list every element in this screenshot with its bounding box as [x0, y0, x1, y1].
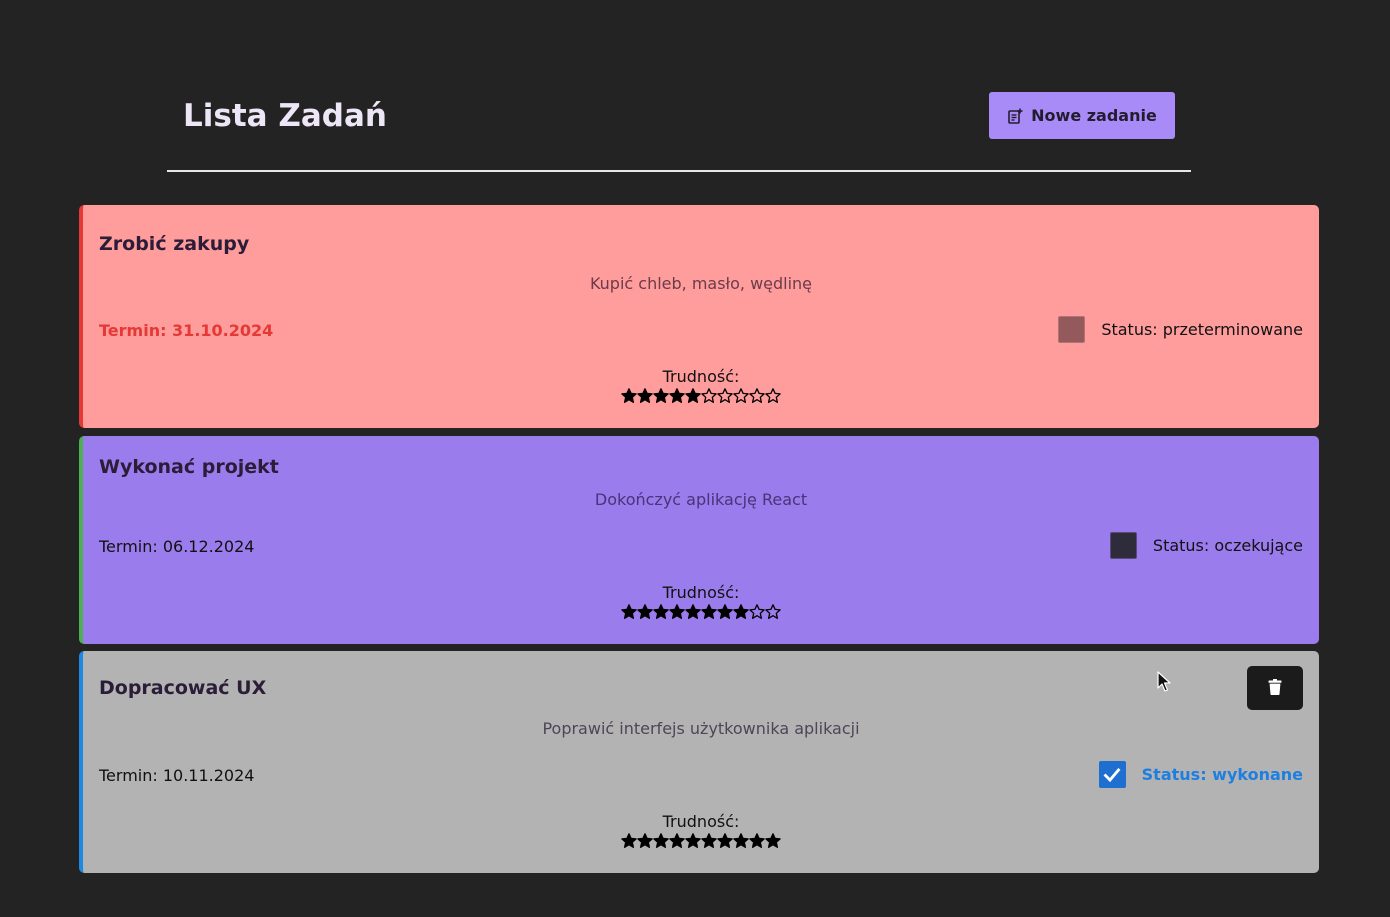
difficulty-rating: Trudność: — [83, 366, 1319, 408]
task-status: Status: przeterminowane — [1058, 316, 1303, 343]
star-empty-icon — [749, 388, 765, 403]
star-filled-icon — [637, 604, 653, 619]
star-empty-icon — [717, 388, 733, 403]
status-checkbox[interactable] — [1058, 316, 1086, 343]
difficulty-stars — [83, 604, 1319, 624]
status-text: Status: przeterminowane — [1101, 319, 1303, 339]
task-deadline: Termin: 31.10.2024 — [99, 321, 274, 340]
task-deadline: Termin: 06.12.2024 — [99, 537, 255, 556]
star-filled-icon — [749, 833, 765, 848]
star-filled-icon — [653, 388, 669, 403]
task-description: Kupić chleb, masło, wędlinę — [589, 274, 813, 293]
star-filled-icon — [701, 833, 717, 848]
task-card[interactable]: Wykonać projekt Dokończyć aplikację Reac… — [79, 436, 1319, 644]
task-title: Zrobić zakupy — [99, 233, 250, 255]
status-checkbox[interactable] — [1109, 532, 1137, 559]
new-task-button[interactable]: Nowe zadanie — [989, 92, 1175, 139]
difficulty-stars — [83, 388, 1319, 408]
task-title: Wykonać projekt — [99, 456, 279, 478]
task-status: Status: wykonane — [1098, 761, 1303, 788]
star-filled-icon — [621, 833, 637, 848]
difficulty-label: Trudność: — [662, 583, 740, 602]
mouse-cursor-icon — [1157, 671, 1171, 692]
status-checkbox[interactable] — [1098, 761, 1126, 788]
star-filled-icon — [685, 604, 701, 619]
star-filled-icon — [685, 388, 701, 403]
status-text: Status: wykonane — [1141, 764, 1303, 784]
page-header: Lista Zadań Nowe zadanie — [167, 0, 1191, 172]
star-filled-icon — [621, 388, 637, 403]
star-filled-icon — [669, 833, 685, 848]
task-deadline: Termin: 10.11.2024 — [99, 766, 255, 785]
star-filled-icon — [765, 833, 781, 848]
star-filled-icon — [669, 388, 685, 403]
star-filled-icon — [717, 604, 733, 619]
star-filled-icon — [717, 833, 733, 848]
difficulty-rating: Trudność: — [83, 582, 1319, 624]
task-description: Poprawić interfejs użytkownika aplikacji — [542, 719, 860, 738]
star-empty-icon — [765, 604, 781, 619]
difficulty-rating: Trudność: — [83, 811, 1319, 853]
star-empty-icon — [765, 388, 781, 403]
delete-task-button[interactable] — [1247, 666, 1303, 710]
star-filled-icon — [733, 604, 749, 619]
difficulty-label: Trudność: — [662, 367, 740, 386]
task-card[interactable]: Dopracować UX Poprawić interfejs użytkow… — [79, 651, 1319, 873]
task-status: Status: oczekujące — [1109, 532, 1303, 559]
task-description: Dokończyć aplikację React — [594, 490, 808, 509]
star-empty-icon — [749, 604, 765, 619]
new-task-label: Nowe zadanie — [1031, 106, 1157, 125]
star-filled-icon — [653, 604, 669, 619]
difficulty-stars — [83, 833, 1319, 853]
trash-icon — [1268, 678, 1282, 698]
star-filled-icon — [685, 833, 701, 848]
star-filled-icon — [701, 604, 717, 619]
star-filled-icon — [733, 833, 749, 848]
star-filled-icon — [621, 604, 637, 619]
note-add-icon — [1007, 108, 1023, 124]
star-filled-icon — [637, 833, 653, 848]
page-title: Lista Zadań — [183, 98, 387, 134]
star-filled-icon — [653, 833, 669, 848]
star-filled-icon — [637, 388, 653, 403]
difficulty-label: Trudność: — [662, 812, 740, 831]
task-title: Dopracować UX — [99, 677, 267, 699]
star-empty-icon — [733, 388, 749, 403]
star-empty-icon — [701, 388, 717, 403]
status-text: Status: oczekujące — [1152, 535, 1303, 555]
star-filled-icon — [669, 604, 685, 619]
task-card[interactable]: Zrobić zakupy Kupić chleb, masło, wędlin… — [79, 205, 1319, 428]
check-icon — [1103, 767, 1121, 782]
